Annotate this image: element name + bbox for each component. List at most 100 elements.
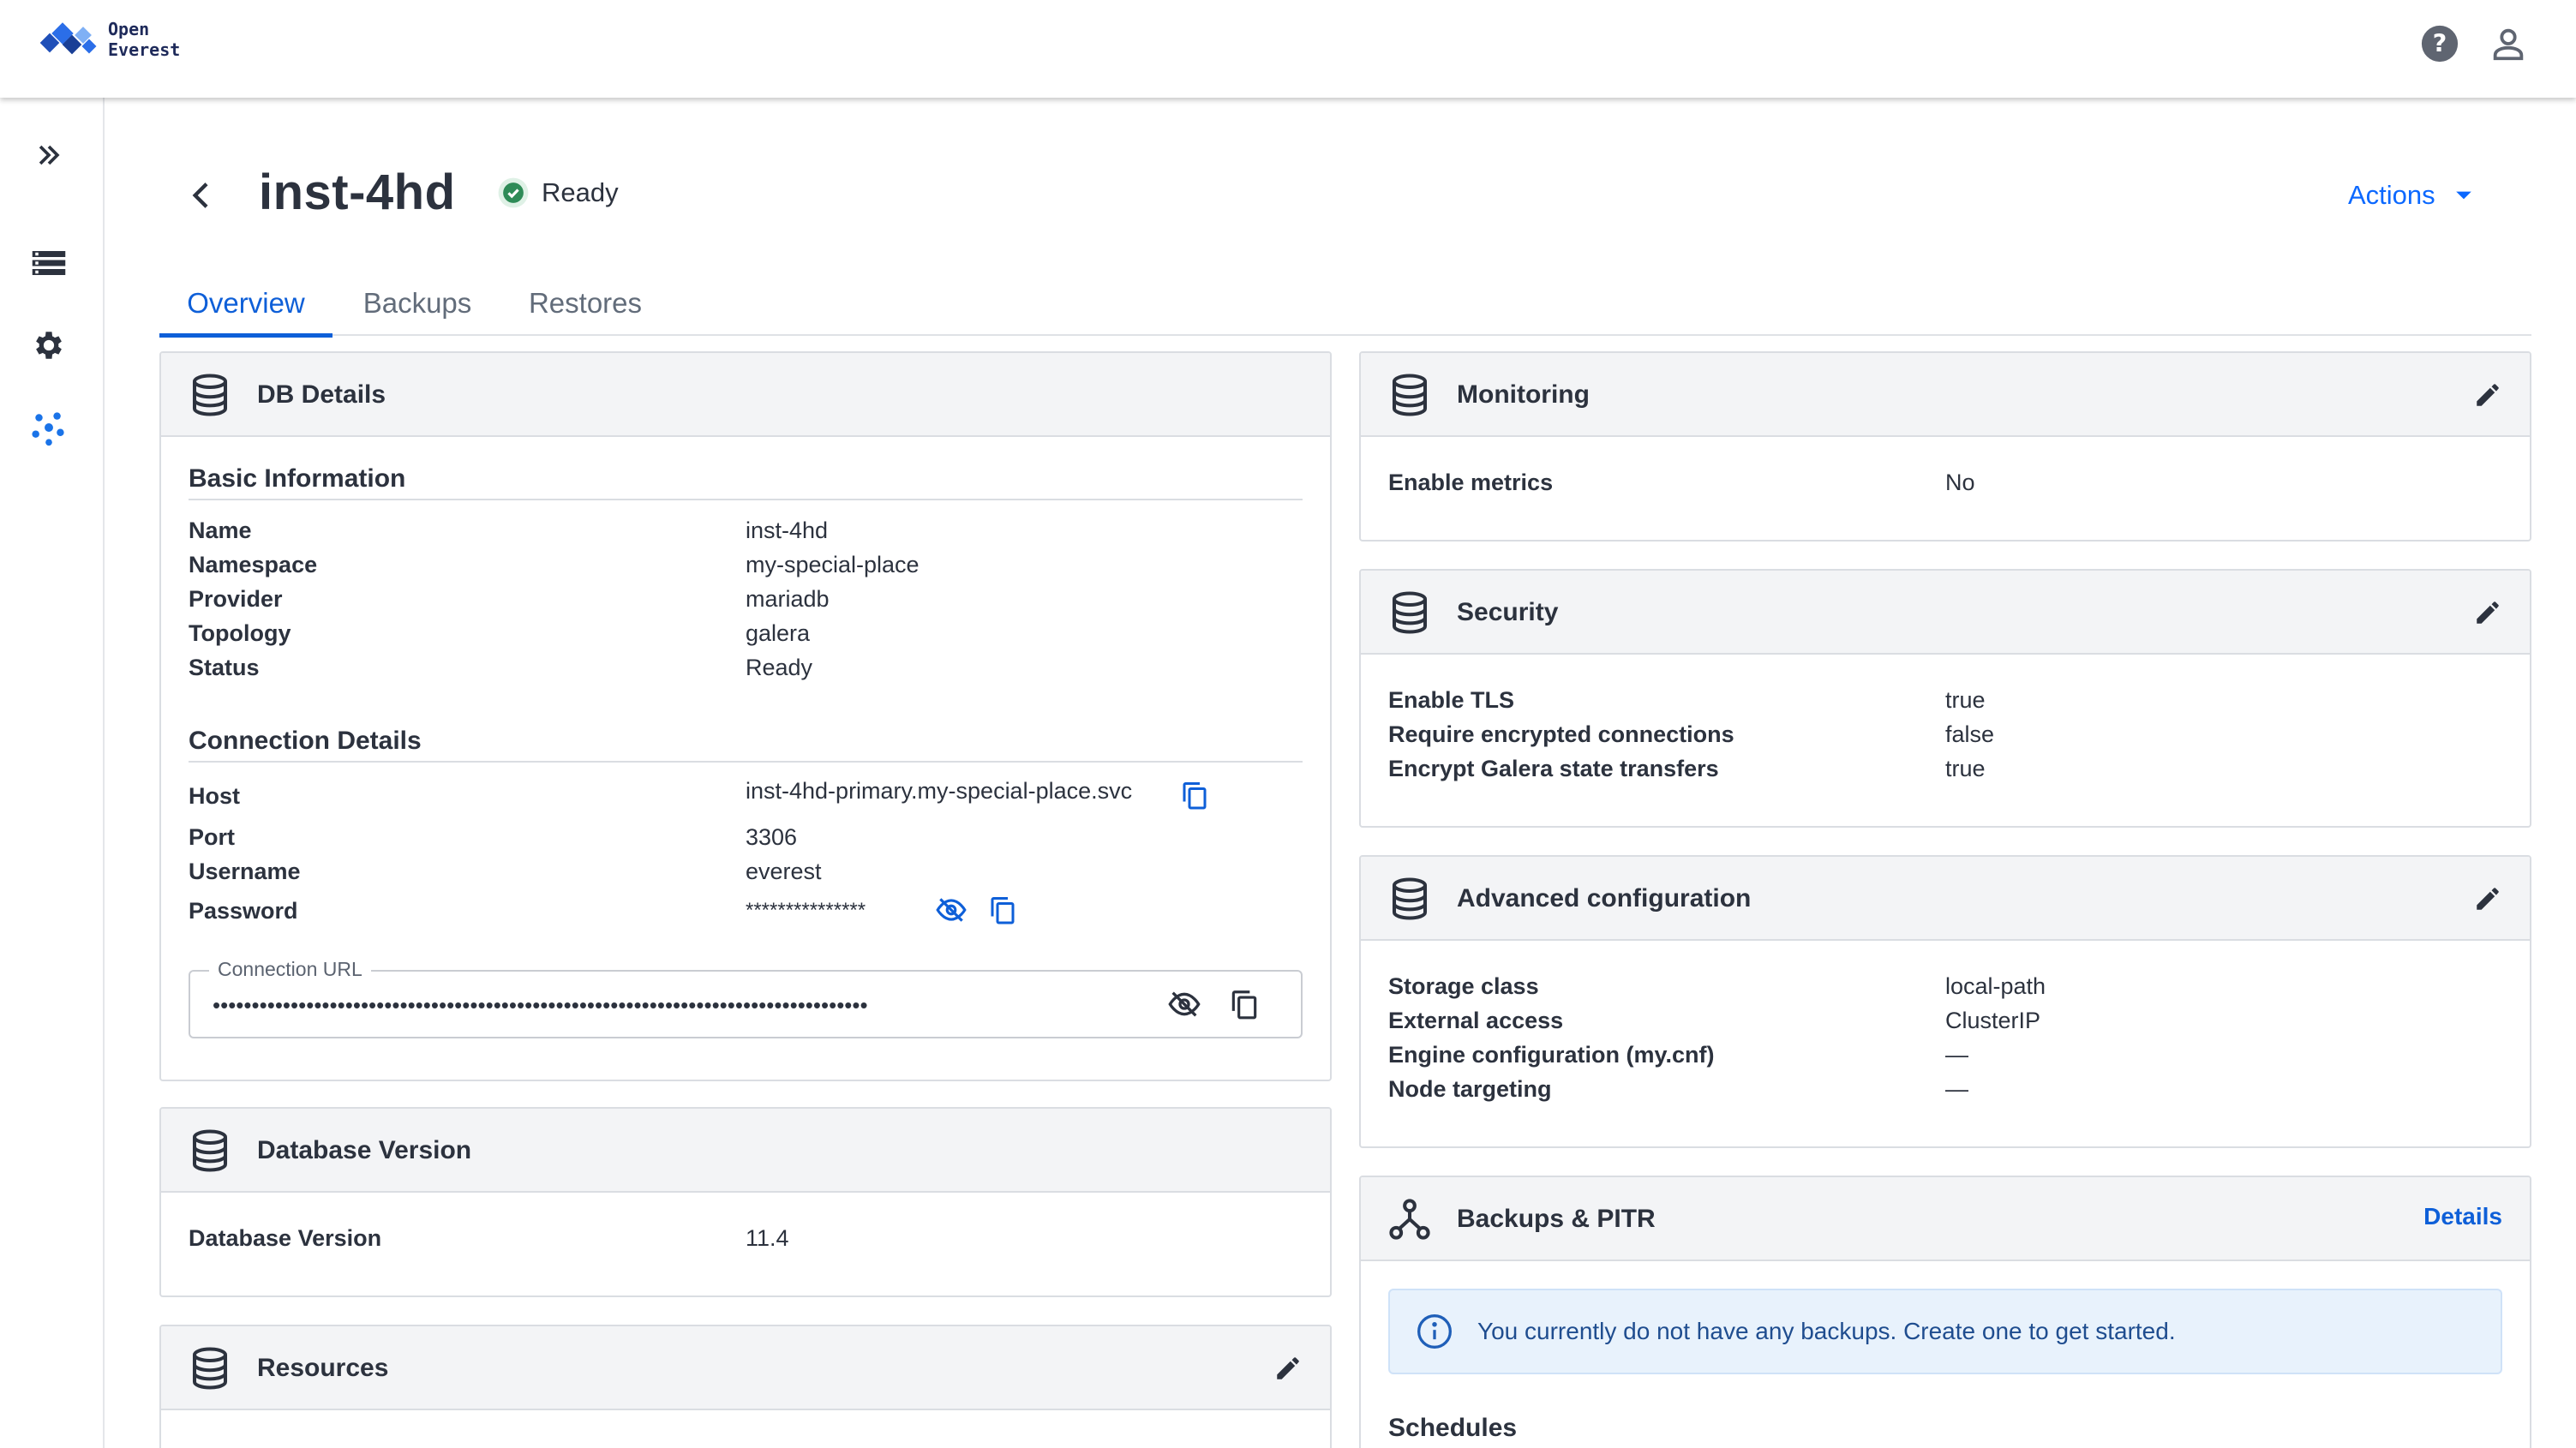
provider-label: Provider — [189, 586, 283, 612]
backups-pitr-card: Backups & PITR Details You currently do … — [1359, 1176, 2531, 1448]
database-list-icon[interactable] — [26, 240, 72, 286]
status-text: Ready — [542, 177, 619, 207]
tab-overview[interactable]: Overview — [159, 271, 332, 338]
resources-header: Resources — [161, 1326, 1330, 1410]
host-value: inst-4hd-primary.my-special-place.svc — [746, 778, 1133, 804]
topology-value: galera — [746, 620, 811, 646]
enable-metrics-label: Enable metrics — [1388, 470, 1554, 495]
edit-monitoring-icon[interactable] — [2468, 375, 2507, 415]
enable-tls-label: Enable TLS — [1388, 687, 1515, 713]
database-version-title: Database Version — [257, 1136, 472, 1164]
page-title: inst-4hd — [259, 165, 456, 220]
database-icon — [1392, 591, 1428, 634]
edit-resources-icon[interactable] — [1268, 1349, 1308, 1388]
monitoring-card: Monitoring Enable metrics No — [1359, 351, 2531, 542]
connection-url-label: Connection URL — [209, 958, 371, 981]
username-value: everest — [746, 859, 822, 884]
db-details-title: DB Details — [257, 380, 386, 409]
database-icon — [1392, 877, 1428, 920]
enable-tls-value: true — [1945, 687, 1986, 713]
edit-security-icon[interactable] — [2468, 593, 2507, 632]
side-navigation — [0, 98, 105, 1448]
cluster-dots-icon[interactable] — [26, 404, 72, 451]
name-label: Name — [189, 518, 252, 543]
namespace-value: my-special-place — [746, 552, 920, 577]
encrypt-galera-value: true — [1945, 756, 1986, 781]
edit-advanced-icon[interactable] — [2468, 879, 2507, 918]
logo-line-1: Open — [108, 19, 150, 39]
require-encrypted-label: Require encrypted connections — [1388, 721, 1734, 747]
password-label: Password — [189, 898, 298, 924]
no-backups-message: You currently do not have any backups. C… — [1477, 1318, 2176, 1344]
advanced-configuration-card: Advanced configuration Storage class loc… — [1359, 855, 2531, 1148]
database-icon — [1392, 374, 1428, 416]
security-header: Security — [1361, 571, 2530, 655]
help-icon[interactable]: ? — [2420, 24, 2459, 63]
resources-card: Resources — [159, 1325, 1332, 1448]
tab-restores[interactable]: Restores — [506, 271, 665, 336]
user-icon[interactable] — [2489, 24, 2528, 63]
gear-icon[interactable] — [26, 322, 72, 368]
advanced-configuration-title: Advanced configuration — [1457, 884, 1752, 912]
expand-chevrons-icon[interactable] — [26, 132, 72, 178]
basic-information-heading: Basic Information — [189, 464, 406, 493]
connection-url-value: ••••••••••••••••••••••••••••••••••••••••… — [213, 992, 868, 1018]
advanced-configuration-header: Advanced configuration — [1361, 857, 2530, 941]
info-icon — [1417, 1314, 1452, 1349]
caret-down-icon — [2455, 191, 2471, 200]
toggle-url-visibility-icon[interactable] — [1165, 985, 1203, 1023]
connection-details-heading: Connection Details — [189, 727, 422, 755]
database-version-label: Database Version — [189, 1225, 382, 1251]
external-access-value: ClusterIP — [1945, 1008, 2041, 1033]
database-version-value: 11.4 — [746, 1225, 789, 1251]
backups-details-link[interactable]: Details — [2423, 1203, 2502, 1230]
password-value: *************** — [746, 899, 866, 922]
logo-line-2: Everest — [108, 39, 181, 60]
external-access-label: External access — [1388, 1008, 1564, 1033]
actions-button[interactable]: Actions — [2348, 171, 2473, 219]
database-icon — [192, 1347, 228, 1390]
database-version-header: Database Version — [161, 1109, 1330, 1193]
back-button[interactable] — [178, 171, 226, 219]
copy-url-icon[interactable] — [1225, 985, 1263, 1023]
backups-pitr-title: Backups & PITR — [1457, 1205, 1656, 1233]
monitoring-header: Monitoring — [1361, 353, 2530, 437]
node-targeting-label: Node targeting — [1388, 1076, 1552, 1102]
port-label: Port — [189, 824, 235, 850]
toggle-password-visibility-icon[interactable] — [932, 891, 970, 929]
provider-value: mariadb — [746, 586, 830, 612]
database-icon — [192, 374, 228, 416]
storage-class-value: local-path — [1945, 973, 2046, 999]
copy-host-icon[interactable] — [1176, 776, 1213, 814]
database-version-card: Database Version Database Version 11.4 — [159, 1107, 1332, 1297]
connection-url-field[interactable]: Connection URL •••••••••••••••••••••••••… — [189, 958, 1303, 1038]
host-label: Host — [189, 783, 240, 809]
engine-configuration-label: Engine configuration (my.cnf) — [1388, 1042, 1715, 1068]
backups-pitr-header: Backups & PITR Details — [1361, 1177, 2530, 1261]
check-circle-icon — [498, 177, 529, 208]
storage-class-label: Storage class — [1388, 973, 1539, 999]
actions-label: Actions — [2348, 180, 2435, 210]
status-badge: Ready — [497, 177, 619, 209]
require-encrypted-value: false — [1945, 721, 1995, 747]
security-title: Security — [1457, 598, 1559, 626]
username-label: Username — [189, 859, 301, 884]
db-details-header: DB Details — [161, 353, 1330, 437]
section-divider — [189, 499, 1303, 500]
topology-label: Topology — [189, 620, 291, 646]
svg-text:?: ? — [2433, 29, 2447, 58]
tab-bar: Overview Backups Restores — [159, 271, 2531, 338]
status-label: Status — [189, 655, 260, 680]
section-divider — [189, 761, 1303, 763]
copy-password-icon[interactable] — [984, 891, 1021, 929]
port-value: 3306 — [746, 824, 798, 850]
node-targeting-value: — — [1945, 1076, 1968, 1102]
schedules-heading: Schedules — [1388, 1414, 1518, 1442]
open-everest-logo-icon[interactable] — [39, 17, 101, 62]
top-app-bar: Open Everest ? — [0, 0, 2576, 98]
tab-backups[interactable]: Backups — [344, 271, 490, 336]
namespace-label: Namespace — [189, 552, 318, 577]
resources-title: Resources — [257, 1354, 389, 1382]
monitoring-title: Monitoring — [1457, 380, 1590, 409]
status-value: Ready — [746, 655, 813, 680]
